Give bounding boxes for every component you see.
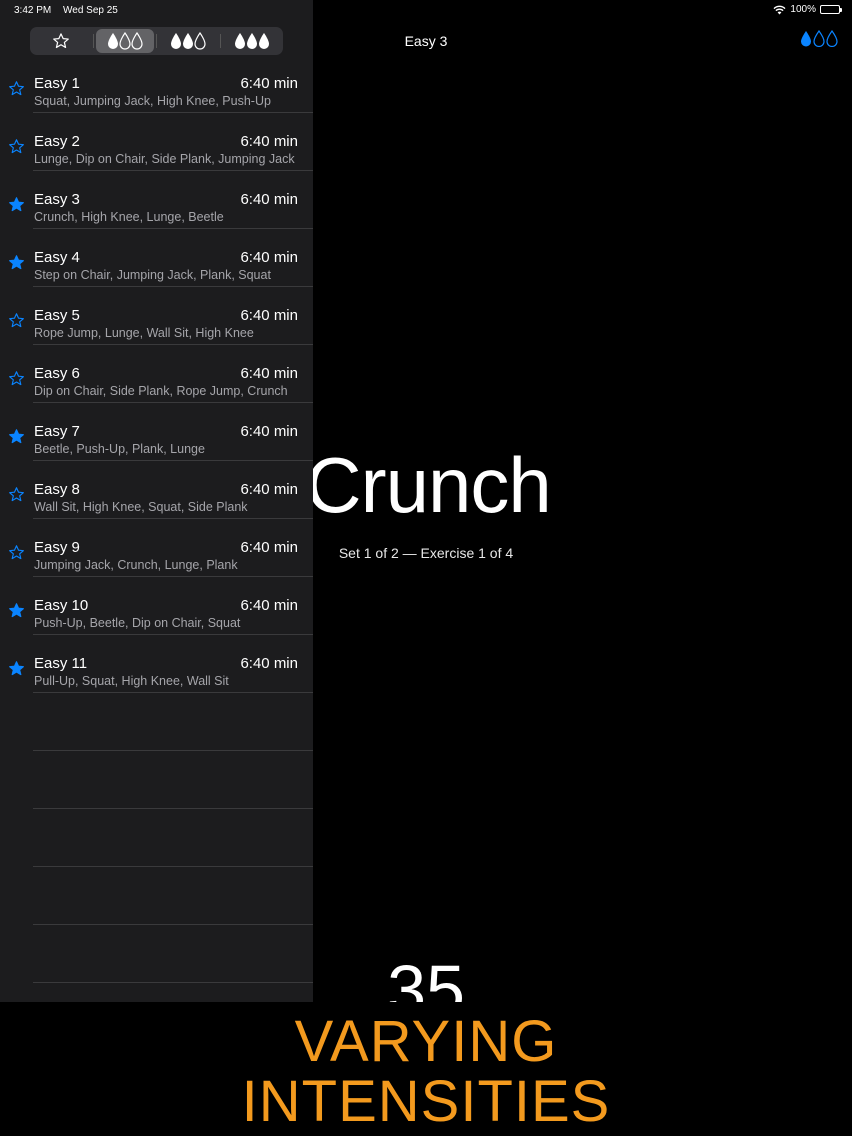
workout-duration: 6:40 min [240,191,298,208]
star-outline-icon [53,33,70,49]
workout-name: Easy 9 [34,539,80,556]
detail-title: Easy 3 [404,33,448,49]
workout-name: Easy 2 [34,133,80,150]
workout-duration: 6:40 min [240,307,298,324]
workout-row[interactable]: Easy 2 6:40 min Lunge, Dip on Chair, Side … [0,113,313,171]
workout-exercises: Step on Chair, Jumping Jack, Plank, Squa… [34,268,271,282]
workout-name: Easy 4 [34,249,80,266]
workout-row[interactable]: Easy 8 6:40 min Wall Sit, High Knee, Squat… [0,461,313,519]
filter-medium[interactable] [159,29,218,53]
workout-name: Easy 6 [34,365,80,382]
workout-exercises: Rope Jump, Lunge, Wall Sit, High Knee [34,326,254,340]
star-outline-icon[interactable] [8,486,25,503]
filter-favorites[interactable] [32,29,91,53]
star-filled-icon[interactable] [8,254,25,271]
star-outline-icon[interactable] [8,138,25,155]
workout-name: Easy 3 [34,191,80,208]
empty-row [0,751,313,809]
workout-duration: 6:40 min [240,655,298,672]
workout-exercises: Pull-Up, Squat, High Knee, Wall Sit [34,674,229,688]
three-drops-icon [234,33,269,49]
workout-row[interactable]: Easy 9 6:40 min Jumping Jack, Crunch, Lung… [0,519,313,577]
one-drop-icon [107,32,143,50]
star-outline-icon[interactable] [8,370,25,387]
workout-duration: 6:40 min [240,249,298,266]
workout-list: Easy 1 6:40 min Squat, Jumping Jack, High … [0,55,313,1002]
workout-exercises: Squat, Jumping Jack, High Knee, Push-Up [34,94,271,108]
banner-line-1: VARYING [294,1009,558,1074]
workout-duration: 6:40 min [240,133,298,150]
two-drops-icon [171,32,206,50]
wifi-icon [773,5,786,14]
promo-banner: VARYING INTENSITIES [0,1002,852,1136]
intensity-filter-control [30,27,283,55]
workout-name: Easy 5 [34,307,80,324]
workout-row[interactable]: Easy 5 6:40 min Rope Jump, Lunge, Wall Sit… [0,287,313,345]
star-filled-icon[interactable] [8,660,25,677]
workout-row[interactable]: Easy 10 6:40 min Push-Up, Beetle, Dip on C… [0,577,313,635]
filter-hard[interactable] [223,29,282,53]
status-time: 3:42 PM [14,5,52,16]
workout-sidebar: Easy 1 6:40 min Squat, Jumping Jack, High … [0,0,313,1002]
workout-exercises: Beetle, Push-Up, Plank, Lunge [34,442,205,456]
workout-name: Easy 11 [34,655,88,672]
empty-row [0,809,313,867]
star-outline-icon[interactable] [8,80,25,97]
status-date: Wed Sep 25 [63,5,118,16]
empty-row [0,867,313,925]
battery-percent: 100% [790,4,816,15]
workout-duration: 6:40 min [240,75,298,92]
status-bar: 3:42 PM Wed Sep 25 100% [0,0,852,22]
workout-row[interactable]: Easy 11 6:40 min Pull-Up, Squat, High Knee… [0,635,313,693]
exercise-name: Crunch [305,441,551,529]
star-filled-icon[interactable] [8,428,25,445]
workout-row[interactable]: Easy 1 6:40 min Squat, Jumping Jack, High … [0,55,313,113]
workout-name: Easy 7 [34,423,80,440]
workout-name: Easy 10 [34,597,89,614]
star-filled-icon[interactable] [8,196,25,213]
set-progress-text: Set 1 of 2 — Exercise 1 of 4 [338,545,514,561]
empty-row [0,693,313,751]
filter-easy[interactable] [95,29,154,53]
workout-exercises: Wall Sit, High Knee, Squat, Side Plank [34,500,248,514]
star-filled-icon[interactable] [8,602,25,619]
star-outline-icon[interactable] [8,544,25,561]
one-of-three-drops-icon[interactable] [800,30,838,47]
workout-duration: 6:40 min [240,539,298,556]
workout-exercises: Crunch, High Knee, Lunge, Beetle [34,210,224,224]
banner-line-2: INTENSITIES [241,1069,611,1134]
workout-name: Easy 1 [34,75,80,92]
workout-exercises: Push-Up, Beetle, Dip on Chair, Squat [34,616,241,630]
workout-row[interactable]: Easy 4 6:40 min Step on Chair, Jumping Jac… [0,229,313,287]
workout-name: Easy 8 [34,481,80,498]
workout-exercises: Lunge, Dip on Chair, Side Plank, Jumping… [34,152,295,166]
empty-row [0,925,313,983]
workout-duration: 6:40 min [240,365,298,382]
workout-row[interactable]: Easy 7 6:40 min Beetle, Push-Up, Plank, Lu… [0,403,313,461]
battery-icon [820,5,842,14]
workout-exercises: Dip on Chair, Side Plank, Rope Jump, Cru… [34,384,288,398]
workout-row[interactable]: Easy 3 6:40 min Crunch, High Knee, Lunge, … [0,171,313,229]
workout-row[interactable]: Easy 6 6:40 min Dip on Chair, Side Plank, … [0,345,313,403]
workout-duration: 6:40 min [240,481,298,498]
empty-row [0,983,313,1002]
workout-duration: 6:40 min [240,597,298,614]
workout-exercises: Jumping Jack, Crunch, Lunge, Plank [34,558,238,572]
workout-duration: 6:40 min [240,423,298,440]
star-outline-icon[interactable] [8,312,25,329]
